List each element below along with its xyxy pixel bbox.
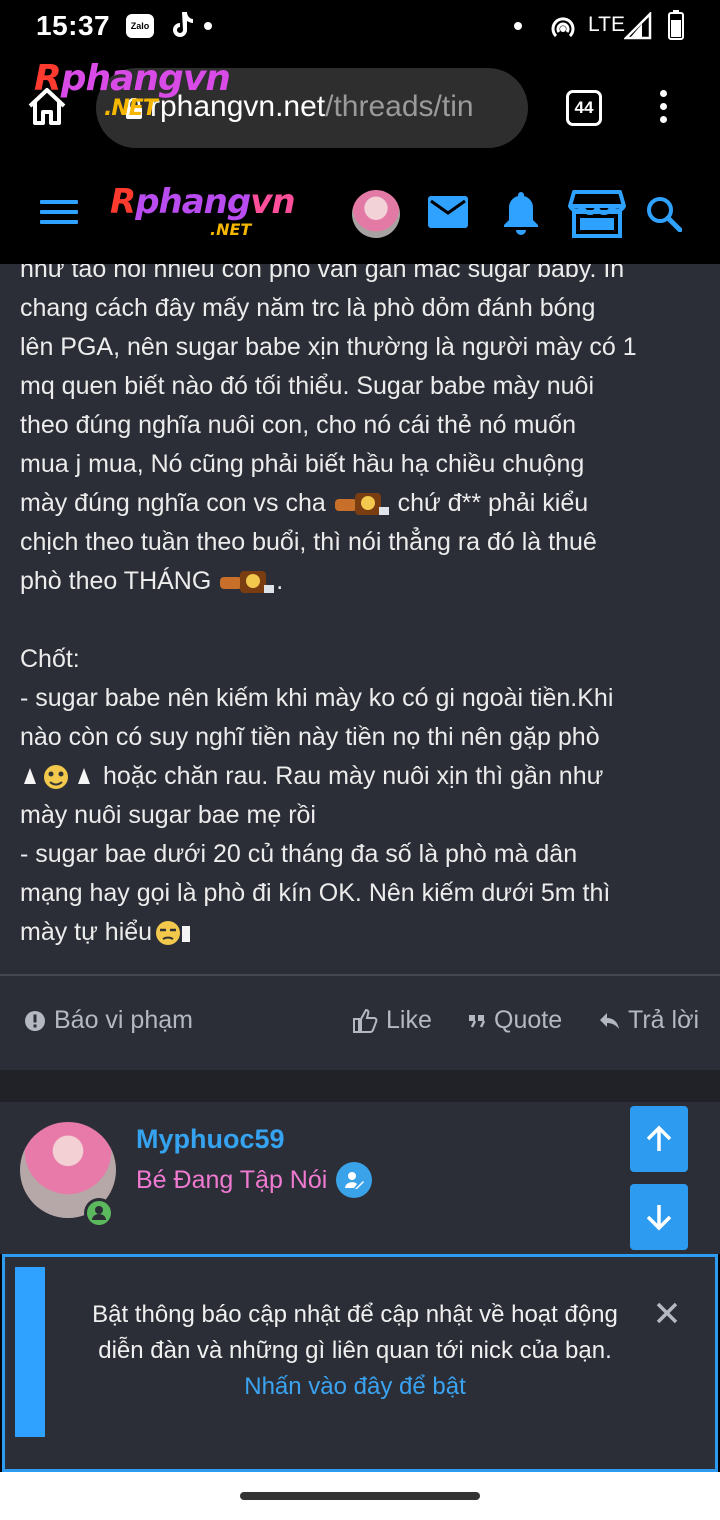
quote-label: Quote [494, 1006, 563, 1034]
online-user-icon [87, 1201, 111, 1225]
post-line: Chốt: [20, 645, 80, 673]
system-nav-bar [0, 1472, 720, 1520]
post-text: phò theo THÁNG [20, 567, 212, 595]
post-text: mày đúng nghĩa con vs cha [20, 489, 326, 517]
post-line: phò theo THÁNG . [20, 562, 710, 601]
site-logo[interactable]: Rphangvn .NET [110, 182, 310, 242]
zalo-icon: Zalo [126, 14, 154, 38]
post-line: hoặc chăn rau. Rau mày nuôi xịn thì gần … [20, 757, 710, 796]
hamburger-icon[interactable] [40, 200, 78, 228]
post-line: mày tự hiểu [20, 913, 710, 952]
post-line: - sugar babe nên kiếm khi mày ko có gi n… [20, 684, 614, 712]
arrow-up-icon [646, 1125, 672, 1151]
post-line: mày nuôi sugar bae mẹ rồi [20, 801, 316, 829]
quote-icon [469, 1014, 486, 1028]
notification-dot-icon [204, 22, 212, 30]
post-line: mày đúng nghĩa con vs cha chứ đ** phải k… [20, 484, 710, 523]
forum-post: như tao nói nhiều con phò vẫn gắn mác su… [0, 264, 720, 1070]
smilie-icon [24, 765, 90, 790]
close-icon[interactable] [655, 1301, 679, 1325]
banner-line: diễn đàn và những gì liên quan tới nick … [98, 1337, 612, 1364]
like-label: Like [386, 1006, 432, 1034]
battery-icon [668, 10, 684, 40]
post-line: theo đúng nghĩa nuôi con, cho nó cái thẻ… [20, 411, 576, 439]
thumbs-up-icon [353, 1008, 378, 1033]
reply-button[interactable]: Trả lời [598, 1006, 699, 1035]
post-text: chứ đ** phải kiểu [397, 489, 589, 517]
reply-icon [600, 1012, 619, 1029]
post-line: - sugar bae dưới 20 củ tháng đa số là ph… [20, 840, 578, 868]
enable-notifications-link[interactable]: Nhấn vào đây để bật [45, 1369, 665, 1405]
logo-overlay-r: R [34, 58, 62, 99]
smilie-icon [156, 921, 191, 946]
tabs-icon[interactable]: 44 [566, 90, 602, 126]
tiktok-icon [173, 12, 193, 37]
push-notification-banner: Bật thông báo cập nhật để cập nhật về ho… [2, 1254, 718, 1472]
post-line: lên PGA, nên sugar babe xịn thường là ng… [20, 333, 637, 361]
banner-message: Bật thông báo cập nhật để cập nhật về ho… [45, 1297, 665, 1405]
post-text: . [276, 567, 284, 595]
logo-overlay-net: .NET [104, 96, 158, 121]
post-actions: Báo vi phạm Like Quote Trả lời [0, 1000, 720, 1044]
url-path: /threads/tin [325, 90, 474, 123]
store-icon[interactable] [568, 190, 626, 238]
bell-icon[interactable] [502, 190, 540, 236]
search-icon[interactable] [646, 196, 682, 232]
post-line: nào còn có suy nghĩ tiền này tiền nọ thi… [20, 723, 600, 751]
logo-overlay-text: phangvn [60, 58, 231, 99]
reply-label: Trả lời [628, 1006, 700, 1034]
verified-badge-icon [336, 1162, 372, 1198]
notification-dot-icon [514, 22, 522, 30]
report-label: Báo vi phạm [54, 1006, 193, 1034]
post-line: mua j mua, Nó cũng phải biết hầu hạ chiề… [20, 450, 585, 478]
scroll-up-button[interactable] [630, 1106, 688, 1172]
author-username[interactable]: Myphuoc59 [136, 1124, 285, 1155]
more-vert-icon[interactable] [656, 90, 670, 130]
hotspot-icon [551, 17, 575, 38]
smilie-icon [334, 493, 389, 516]
status-time: 15:37 [36, 10, 111, 41]
post-line: chịch theo tuần theo buổi, thì nói thẳng… [20, 528, 597, 556]
signal-icon [624, 12, 652, 40]
post-divider [0, 974, 720, 976]
site-logo-net: .NET [210, 220, 252, 239]
mail-icon[interactable] [428, 196, 468, 228]
status-bar: 15:37 Zalo LTE [0, 0, 720, 54]
post-line: chang cách đây mấy năm trc là phò dỏm đá… [20, 294, 596, 322]
post-separator [0, 1070, 720, 1102]
smilie-icon [220, 571, 275, 594]
site-logo-text: Rphangvn [110, 182, 296, 222]
post-line: mq quen biết nào đó tối thiểu. Sugar bab… [20, 372, 595, 400]
quote-button[interactable]: Quote [468, 1006, 562, 1035]
banner-line: Bật thông báo cập nhật để cập nhật về ho… [92, 1301, 618, 1328]
user-avatar[interactable] [352, 190, 400, 238]
author-title: Bé Đang Tập Nói [136, 1166, 328, 1194]
post-line: như tao nói nhiều con phò vẫn gắn mác su… [20, 264, 625, 283]
banner-accent-bar [15, 1267, 45, 1437]
gesture-handle[interactable] [240, 1492, 480, 1500]
report-button[interactable]: Báo vi phạm [24, 1006, 193, 1035]
post-text: hoặc chăn rau. Rau mày nuôi xịn thì gần … [102, 762, 604, 790]
site-header: Rphangvn .NET [0, 164, 720, 264]
scroll-down-button[interactable] [630, 1184, 688, 1250]
alert-icon [25, 1010, 45, 1031]
site-logo-overlay: Rphangvn .NET [34, 58, 231, 121]
post-body: như tao nói nhiều con phò vẫn gắn mác su… [20, 264, 710, 952]
next-post-header: Myphuoc59 Bé Đang Tập Nói [0, 1102, 720, 1254]
network-type: LTE [588, 13, 625, 36]
browser-toolbar: rphangvn.net/threads/tin Rphangvn .NET 4… [0, 54, 720, 164]
like-button[interactable]: Like [352, 1006, 432, 1035]
post-text: mày tự hiểu [20, 918, 153, 946]
arrow-down-icon [646, 1205, 672, 1231]
post-line: mạng hay gọi là phò đi kín OK. Nên kiếm … [20, 879, 611, 907]
post-blank-line [20, 601, 710, 640]
online-indicator [84, 1198, 114, 1228]
